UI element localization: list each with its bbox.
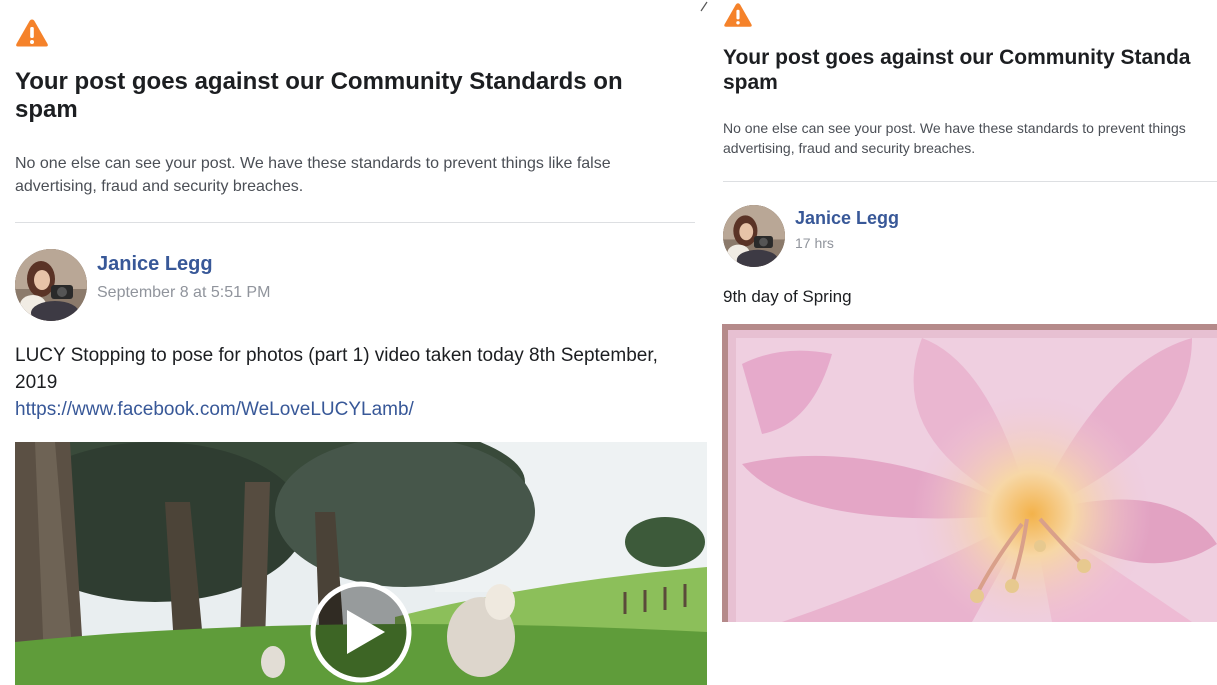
- post-photo[interactable]: [722, 324, 1217, 622]
- post-text: LUCY Stopping to pose for photos (part 1…: [15, 342, 700, 423]
- divider: [723, 181, 1217, 182]
- avatar[interactable]: [723, 205, 785, 267]
- author-name[interactable]: Janice Legg: [97, 253, 213, 276]
- notice-description: No one else can see your post. We have t…: [723, 118, 1217, 158]
- avatar-image: [15, 249, 87, 321]
- notice-title: Your post goes against our Community Sta…: [15, 68, 623, 123]
- warning-triangle-icon: [16, 19, 48, 47]
- avatar-image: [723, 205, 785, 267]
- flower-photo-image: [722, 324, 1217, 622]
- post-link[interactable]: https://www.facebook.com/WeLoveLUCYLamb/: [15, 399, 414, 420]
- notice-title-line1: Your post goes against our Community Sta…: [723, 46, 1191, 69]
- notice-title-line2: spam: [723, 71, 778, 94]
- notice-description: No one else can see your post. We have t…: [15, 155, 611, 195]
- post-text: 9th day of Spring: [723, 287, 852, 306]
- post-timestamp[interactable]: 17 hrs: [795, 235, 834, 251]
- author-name[interactable]: Janice Legg: [795, 208, 899, 229]
- video-scene-image: [15, 442, 707, 685]
- notice-title: Your post goes against our Community Sta…: [723, 45, 1217, 95]
- notice-description-line2: advertising, fraud and security breaches…: [723, 140, 976, 156]
- post-caption: LUCY Stopping to pose for photos (part 1…: [15, 345, 658, 393]
- video-thumbnail[interactable]: [15, 442, 707, 685]
- right-notice-panel: Your post goes against our Community Sta…: [712, 0, 1217, 622]
- left-notice-panel: Your post goes against our Community Sta…: [0, 0, 710, 685]
- notice-description-line1: No one else can see your post. We have t…: [723, 120, 1186, 136]
- avatar[interactable]: [15, 249, 87, 321]
- post-timestamp[interactable]: September 8 at 5:51 PM: [97, 284, 270, 302]
- divider: [15, 222, 695, 223]
- warning-triangle-icon: [724, 3, 752, 27]
- pointer-cursor-icon: [700, 1, 708, 12]
